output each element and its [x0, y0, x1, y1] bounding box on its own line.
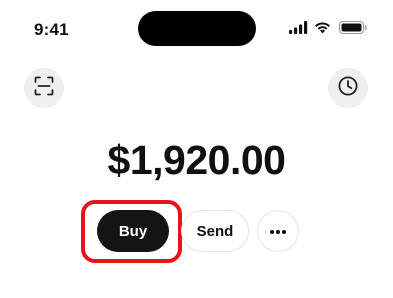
- status-bar: 9:41: [0, 0, 393, 54]
- history-button[interactable]: [328, 68, 368, 108]
- dynamic-island: [138, 11, 256, 46]
- battery-icon: [339, 21, 367, 34]
- more-horizontal-icon: [269, 222, 287, 240]
- scan-icon: [34, 76, 54, 101]
- more-button[interactable]: [257, 210, 299, 252]
- status-time: 9:41: [34, 20, 69, 39]
- buy-button[interactable]: Buy: [97, 210, 169, 252]
- scan-button[interactable]: [24, 68, 64, 108]
- balance-amount: $1,920.00: [107, 137, 286, 183]
- send-button[interactable]: Send: [181, 210, 249, 252]
- clock-icon: [337, 75, 359, 102]
- signal-icon: [289, 21, 308, 34]
- wifi-icon: [314, 21, 331, 34]
